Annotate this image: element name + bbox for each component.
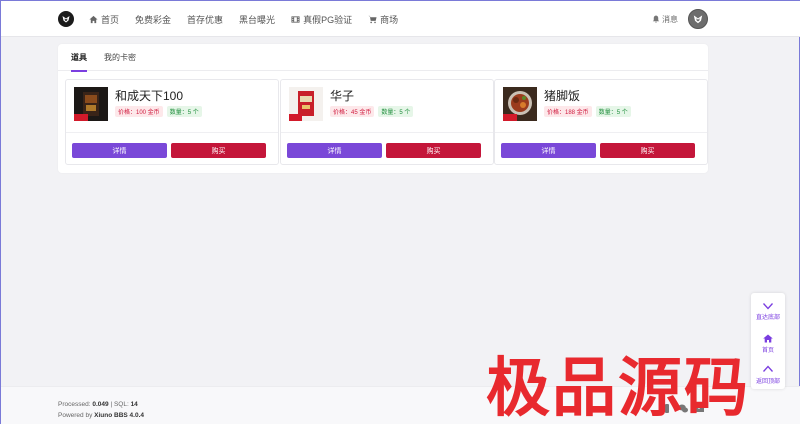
- divider: [66, 132, 278, 133]
- shop-panel: 道具 我的卡密 和成天下100 价格：100 金币 数量：5 个 详情 购买 华…: [58, 44, 708, 173]
- nav-item-mall[interactable]: 商场: [360, 1, 406, 37]
- product-card: 华子 价格：45 金币 数量：5 个 详情 购买: [280, 79, 494, 165]
- bell-icon: [652, 15, 660, 23]
- quantity-badge: 数量：5 个: [166, 106, 202, 117]
- scroll-bottom-button[interactable]: 直达底部: [751, 301, 785, 321]
- price-badge: 价格：188 金币: [544, 106, 592, 117]
- product-tags: 价格：100 金币 数量：5 个: [115, 106, 202, 117]
- nav-item-label: 商场: [380, 14, 399, 25]
- film-icon: [291, 15, 300, 24]
- avatar[interactable]: [688, 9, 708, 29]
- divider: [281, 132, 493, 133]
- site-logo[interactable]: [58, 11, 74, 27]
- scroll-bottom-label: 直达底部: [755, 315, 780, 321]
- nav-item-free-bonus[interactable]: 免费彩金: [127, 1, 179, 37]
- top-navbar: 首页 免费彩金 首存优惠 黑台曝光 真假PG验证 商场 消息: [1, 1, 800, 37]
- tab-my-cards[interactable]: 我的卡密: [104, 52, 136, 70]
- scroll-top-button[interactable]: 返回顶部: [751, 365, 785, 385]
- nav-item-label: 首存优惠: [187, 14, 224, 25]
- product-card: 和成天下100 价格：100 金币 数量：5 个 详情 购买: [65, 79, 279, 165]
- chevron-up-icon: [763, 365, 773, 372]
- side-home-button[interactable]: 首页: [751, 334, 785, 354]
- product-image: [74, 87, 108, 121]
- detail-button[interactable]: 详情: [501, 143, 596, 158]
- side-toolbar: 直达底部 首页 返回顶部: [751, 293, 785, 389]
- tab-bar: 道具 我的卡密: [58, 44, 708, 72]
- product-name: 和成天下100: [115, 89, 184, 103]
- home-icon: [763, 334, 773, 343]
- messages-link[interactable]: 消息: [652, 14, 678, 25]
- detail-button[interactable]: 详情: [287, 143, 382, 158]
- divider: [495, 132, 707, 133]
- sql-value: 14: [130, 401, 138, 408]
- nav-item-blacklist[interactable]: 黑台曝光: [231, 1, 283, 37]
- price-badge: 价格：45 金币: [330, 106, 375, 117]
- nav-item-label: 首页: [101, 14, 120, 25]
- side-home-label: 首页: [761, 348, 774, 354]
- nav-item-pg-verify[interactable]: 真假PG验证: [283, 1, 360, 37]
- buy-button[interactable]: 购买: [171, 143, 266, 158]
- buy-button[interactable]: 购买: [600, 143, 695, 158]
- buy-button[interactable]: 购买: [386, 143, 481, 158]
- powered-value[interactable]: Xiuno BBS 4.0.4: [94, 412, 144, 419]
- product-image: [289, 87, 323, 121]
- footer-stats: Processed: 0.049 | SQL: 14: [58, 401, 138, 408]
- quantity-badge: 数量：5 个: [378, 106, 414, 117]
- nav-item-label: 真假PG验证: [303, 14, 353, 25]
- product-card: 猪脚饭 价格：188 金币 数量：5 个 详情 购买: [494, 79, 708, 165]
- price-badge: 价格：100 金币: [115, 106, 163, 117]
- cart-icon: [368, 15, 377, 24]
- footer-powered: Powered by Xiuno BBS 4.0.4: [58, 412, 144, 419]
- chevron-down-icon: [763, 303, 773, 310]
- powered-label: Powered by: [58, 412, 93, 419]
- main-nav: 首页 免费彩金 首存优惠 黑台曝光 真假PG验证 商场: [89, 1, 406, 37]
- home-icon: [89, 15, 98, 24]
- tab-items[interactable]: 道具: [71, 52, 87, 72]
- nav-item-home[interactable]: 首页: [89, 1, 127, 37]
- processed-value: 0.049: [92, 401, 109, 408]
- product-name: 华子: [330, 89, 355, 103]
- product-tags: 价格：188 金币 数量：5 个: [544, 106, 631, 117]
- product-name: 猪脚饭: [544, 89, 581, 103]
- product-image: [503, 87, 537, 121]
- watermark: 极品源码: [486, 352, 750, 424]
- quantity-badge: 数量：5 个: [595, 106, 631, 117]
- scroll-top-label: 返回顶部: [755, 379, 780, 385]
- sql-label: SQL:: [113, 401, 129, 408]
- nav-item-label: 黑台曝光: [239, 14, 276, 25]
- processed-label: Processed:: [58, 401, 91, 408]
- detail-button[interactable]: 详情: [72, 143, 167, 158]
- nav-item-label: 免费彩金: [135, 14, 172, 25]
- nav-item-first-deposit[interactable]: 首存优惠: [179, 1, 231, 37]
- messages-label: 消息: [662, 14, 678, 24]
- product-tags: 价格：45 金币 数量：5 个: [330, 106, 414, 117]
